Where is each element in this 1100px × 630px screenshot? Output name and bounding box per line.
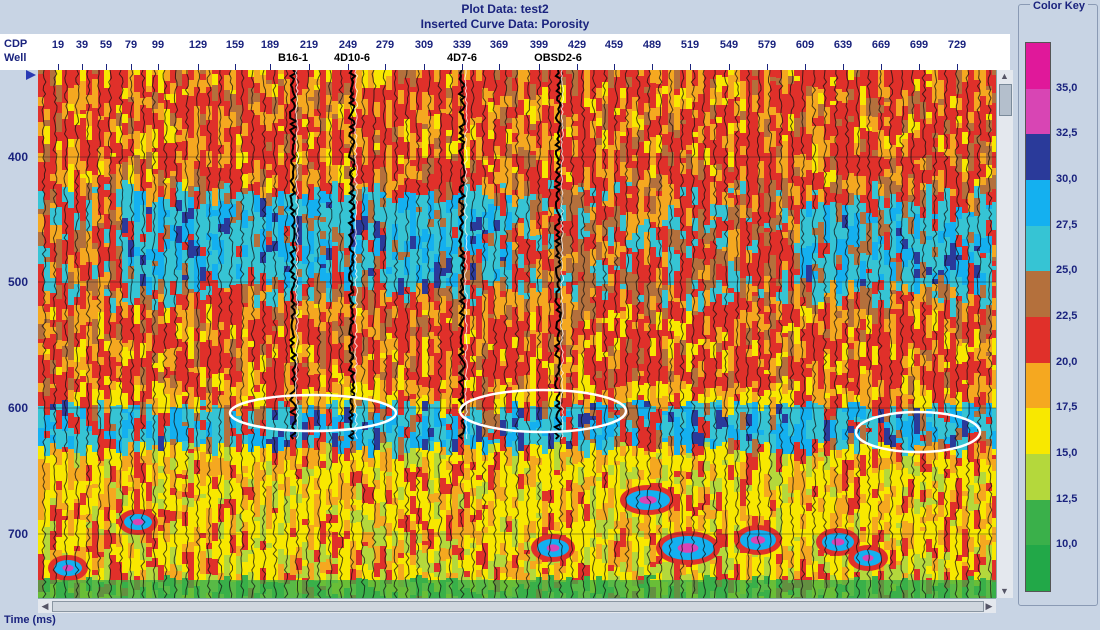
scroll-up-icon[interactable]: ▲ (999, 71, 1010, 82)
color-key-bar (1025, 42, 1051, 592)
well-label-4d7-6: 4D7-6 (447, 52, 477, 64)
horizontal-scroll-thumb[interactable] (52, 601, 984, 612)
color-key-swatch (1026, 134, 1050, 180)
vertical-scroll-thumb[interactable] (999, 84, 1012, 116)
color-key-swatch (1026, 271, 1050, 317)
cdp-tick-579: 579 (757, 39, 777, 51)
cdp-tick-639: 639 (833, 39, 853, 51)
cdp-tick-99: 99 (151, 39, 165, 51)
color-key-label: 32,5 (1056, 127, 1078, 140)
color-key-swatch (1026, 43, 1050, 89)
cdp-tick-189: 189 (260, 39, 280, 51)
color-key-swatch (1026, 545, 1050, 591)
color-key-label: 10,0 (1056, 538, 1078, 551)
cdp-tick-369: 369 (489, 39, 509, 51)
time-axis: 400 500 600 700 (0, 70, 38, 598)
time-tick-500: 500 (8, 275, 29, 289)
color-key-swatch (1026, 408, 1050, 454)
color-key-label: 25,0 (1056, 264, 1078, 277)
cdp-tick-249: 249 (338, 39, 358, 51)
time-marker-icon (26, 70, 36, 80)
scroll-right-icon[interactable]: ▶ (983, 600, 995, 612)
cdp-tick-309: 309 (414, 39, 434, 51)
time-axis-label: Time (ms) (4, 614, 56, 626)
well-label-4d10-6: 4D10-6 (333, 52, 371, 64)
cdp-tick-19: 19 (51, 39, 65, 51)
color-key-label: 12,5 (1056, 492, 1078, 505)
color-key-swatch (1026, 225, 1050, 272)
well-label-obsd2-6: OBSD2-6 (534, 52, 582, 64)
inserted-curve-title: Inserted Curve Data: Porosity (420, 17, 590, 31)
cdp-tick-339: 339 (452, 39, 472, 51)
color-key-label: 30,0 (1056, 173, 1078, 185)
cdp-tick-39: 39 (75, 39, 89, 51)
color-key-swatch (1026, 362, 1050, 409)
cdp-tick-279: 279 (375, 39, 395, 51)
cdp-tick-669: 669 (871, 39, 891, 51)
cdp-tick-519: 519 (680, 39, 700, 51)
color-key-label: 27,5 (1056, 218, 1078, 231)
cdp-label: CDP (4, 38, 28, 50)
color-key-swatch (1026, 88, 1050, 135)
color-key-label: 17,5 (1056, 401, 1078, 414)
color-key-swatch (1026, 499, 1050, 546)
cdp-tick-699: 699 (909, 39, 929, 51)
well-label-b16-1: B16-1 (278, 52, 308, 64)
color-key-title: Color Key (1030, 0, 1088, 12)
time-tick-600: 600 (8, 401, 29, 415)
cdp-header: CDP Well 19 39 59 79 99 129 159 189 219 249 279 309… (0, 34, 1010, 70)
color-key-label: 20,0 (1056, 355, 1078, 368)
seismic-image (38, 70, 996, 598)
cdp-tick-219: 219 (299, 39, 319, 51)
seismic-section[interactable] (38, 70, 996, 598)
color-key-label: 15,0 (1056, 447, 1078, 459)
cdp-tick-159: 159 (225, 39, 245, 51)
scroll-down-icon[interactable]: ▼ (999, 586, 1010, 597)
color-key-label: 35,0 (1056, 81, 1078, 94)
cdp-tick-429: 429 (567, 39, 587, 51)
scroll-left-icon[interactable]: ◀ (39, 600, 51, 612)
time-tick-400: 400 (8, 150, 29, 164)
cdp-tick-59: 59 (99, 39, 113, 51)
cdp-tick-79: 79 (124, 39, 138, 51)
vertical-scrollbar[interactable]: ▲ ▼ (996, 70, 1013, 598)
cdp-tick-489: 489 (642, 39, 662, 51)
plot-titles: Plot Data: test2 Inserted Curve Data: Po… (0, 0, 1010, 36)
cdp-tick-459: 459 (604, 39, 624, 51)
cdp-tick-399: 399 (529, 39, 549, 51)
cdp-tick-129: 129 (188, 39, 208, 51)
plot-data-title: Plot Data: test2 (461, 2, 549, 16)
cdp-tick-549: 549 (719, 39, 739, 51)
color-key-swatch (1026, 453, 1050, 500)
time-tick-700: 700 (8, 527, 29, 541)
color-key-label: 22,5 (1056, 310, 1078, 322)
horizontal-scrollbar[interactable]: ◀ ▶ (38, 598, 996, 613)
well-label: Well (4, 52, 27, 64)
cdp-tick-609: 609 (795, 39, 815, 51)
cdp-tick-729: 729 (947, 39, 967, 51)
color-key-swatch (1026, 316, 1050, 363)
color-key-swatch (1026, 179, 1050, 226)
